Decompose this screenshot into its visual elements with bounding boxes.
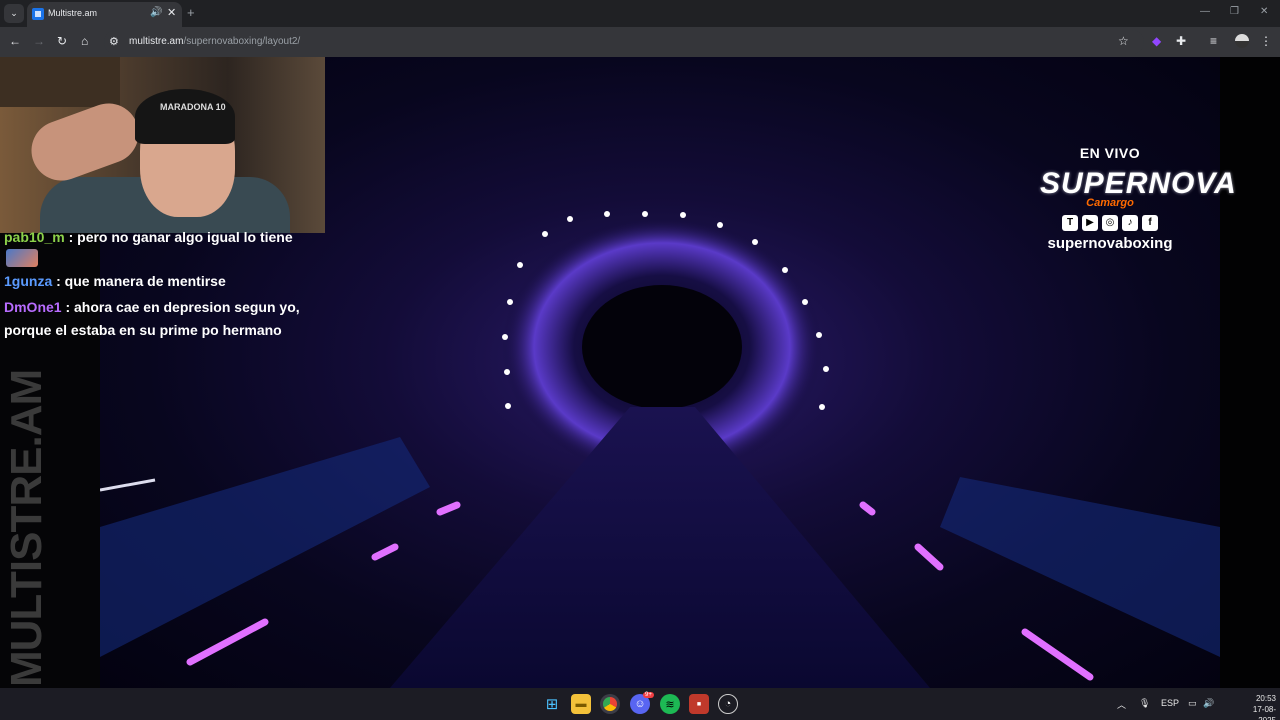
close-icon[interactable]: ✕ bbox=[167, 6, 176, 19]
system-clock[interactable]: 20:53 17-08-2025 bbox=[1236, 693, 1276, 720]
live-label: EN VIVO bbox=[1079, 145, 1141, 161]
url-text: multistre.am/supernovaboxing/layout2/ bbox=[129, 36, 300, 47]
chat-message: 1gunza : que manera de mentirse bbox=[4, 273, 226, 289]
right-panel bbox=[1220, 57, 1280, 688]
social-handle: supernovaboxing bbox=[1047, 235, 1173, 252]
tiktok-icon: ♪ bbox=[1122, 215, 1138, 231]
back-arrow-icon[interactable]: ← bbox=[9, 34, 21, 48]
menu-kebab-icon[interactable]: ⋮ bbox=[1260, 34, 1272, 48]
window-close-icon[interactable]: ✕ bbox=[1260, 6, 1268, 17]
microphone-icon[interactable]: 🎙 bbox=[1139, 698, 1150, 709]
twitch-extension-icon[interactable]: ◆ bbox=[1152, 34, 1161, 48]
clock-date: 17-08-2025 bbox=[1252, 705, 1276, 720]
restore-icon[interactable]: ❐ bbox=[1230, 6, 1239, 17]
file-explorer-icon[interactable]: ▬ bbox=[571, 694, 591, 714]
twitch-icon: T bbox=[1062, 215, 1078, 231]
speaker-icon[interactable]: 🔊 bbox=[150, 7, 162, 18]
url-host: multistre.am bbox=[129, 36, 184, 47]
chat-message-continuation: porque el estaba en su prime po hermano bbox=[4, 322, 282, 338]
streamer-arm bbox=[23, 94, 147, 190]
right-barrier bbox=[940, 477, 1220, 657]
page-viewport: MARADONA 10 pab10_m : pero no ganar algo… bbox=[0, 57, 1280, 688]
chat-message: DmOne1 : ahora cae en depresion segun yo… bbox=[4, 299, 300, 315]
chat-username: 1gunza bbox=[4, 273, 53, 289]
tray-chevron-up-icon[interactable]: ︿ bbox=[1117, 698, 1126, 711]
supernova-logo: SUPERNOVA bbox=[1040, 167, 1237, 200]
language-indicator[interactable]: ESP bbox=[1161, 698, 1179, 708]
facebook-icon: f bbox=[1142, 215, 1158, 231]
chat-text: : ahora cae en depresion segun yo, bbox=[61, 299, 300, 315]
background-shelf bbox=[0, 57, 120, 107]
browser-toolbar: ← → ↻ ⌂ ⚙ multistre.am/supernovaboxing/l… bbox=[0, 27, 1280, 57]
tunnel-opening bbox=[582, 285, 742, 409]
social-icons: T ▶ ◎ ♪ f bbox=[1040, 215, 1180, 231]
chat-text: : que manera de mentirse bbox=[52, 273, 226, 289]
clock-time: 20:53 bbox=[1255, 694, 1276, 703]
instagram-icon: ◎ bbox=[1102, 215, 1118, 231]
broadcast-branding: EN VIVO SUPERNOVA Camargo T ▶ ◎ ♪ f supe… bbox=[1040, 145, 1237, 252]
media-controls-icon[interactable]: ≡ bbox=[1210, 34, 1217, 48]
profile-avatar[interactable] bbox=[1235, 34, 1249, 48]
tab-title: Multistre.am bbox=[48, 8, 98, 18]
forward-arrow-icon[interactable]: → bbox=[33, 34, 45, 48]
chrome-icon[interactable] bbox=[600, 694, 620, 714]
streamer-cap bbox=[135, 89, 235, 144]
discord-badge: 9+ bbox=[643, 692, 654, 698]
home-icon[interactable]: ⌂ bbox=[81, 34, 88, 48]
screen: ⌄ Multistre.am 🔊 ✕ + — ❐ ✕ ← → ↻ ⌂ ⚙ mul… bbox=[0, 0, 1280, 720]
active-tab[interactable]: Multistre.am 🔊 ✕ bbox=[27, 2, 182, 27]
new-tab-plus-icon[interactable]: + bbox=[187, 5, 195, 20]
bookmark-star-icon[interactable]: ☆ bbox=[1118, 34, 1129, 48]
network-icon[interactable]: ▭ bbox=[1188, 698, 1197, 709]
youtube-icon: ▶ bbox=[1082, 215, 1098, 231]
media-app-icon[interactable]: ■ bbox=[689, 694, 709, 714]
walkway bbox=[390, 407, 930, 688]
site-info-icon[interactable]: ⚙ bbox=[109, 35, 119, 48]
minimize-icon[interactable]: — bbox=[1200, 6, 1210, 17]
windows-taskbar: ⊞ ▬ ☺ 9+ ≋ ■ ◔ ︿ 🎙 ESP ▭ 🔊 20:53 17-08-2… bbox=[0, 688, 1280, 720]
multistream-logo: MULTISTRE.AM bbox=[2, 369, 51, 687]
white-light-bar bbox=[100, 478, 156, 492]
chat-message: pab10_m : pero no ganar algo igual lo ti… bbox=[4, 229, 293, 245]
app-clock-icon[interactable]: ◔ bbox=[718, 694, 738, 714]
chat-text: porque el estaba en su prime po hermano bbox=[4, 322, 282, 338]
spotify-icon[interactable]: ≋ bbox=[660, 694, 680, 714]
reload-icon[interactable]: ↻ bbox=[57, 34, 67, 48]
chat-username: DmOne1 bbox=[4, 299, 62, 315]
url-path: /supernovaboxing/layout2/ bbox=[183, 36, 301, 47]
tab-search-chevron-icon[interactable]: ⌄ bbox=[4, 4, 24, 23]
address-bar[interactable]: ⚙ multistre.am/supernovaboxing/layout2/ bbox=[104, 30, 1144, 54]
chat-text: : pero no ganar algo igual lo tiene bbox=[64, 229, 293, 245]
extensions-puzzle-icon[interactable]: ✚ bbox=[1176, 34, 1186, 48]
chat-emote-icon bbox=[6, 249, 38, 267]
tab-strip: ⌄ Multistre.am 🔊 ✕ + — ❐ ✕ bbox=[0, 0, 1280, 27]
windows-start-icon[interactable]: ⊞ bbox=[542, 694, 562, 714]
site-favicon-icon bbox=[32, 8, 44, 20]
chat-username: pab10_m bbox=[4, 229, 65, 245]
volume-icon[interactable]: 🔊 bbox=[1203, 698, 1214, 709]
streamer-webcam: MARADONA 10 bbox=[0, 57, 325, 233]
cap-lettering: MARADONA 10 bbox=[160, 102, 226, 112]
